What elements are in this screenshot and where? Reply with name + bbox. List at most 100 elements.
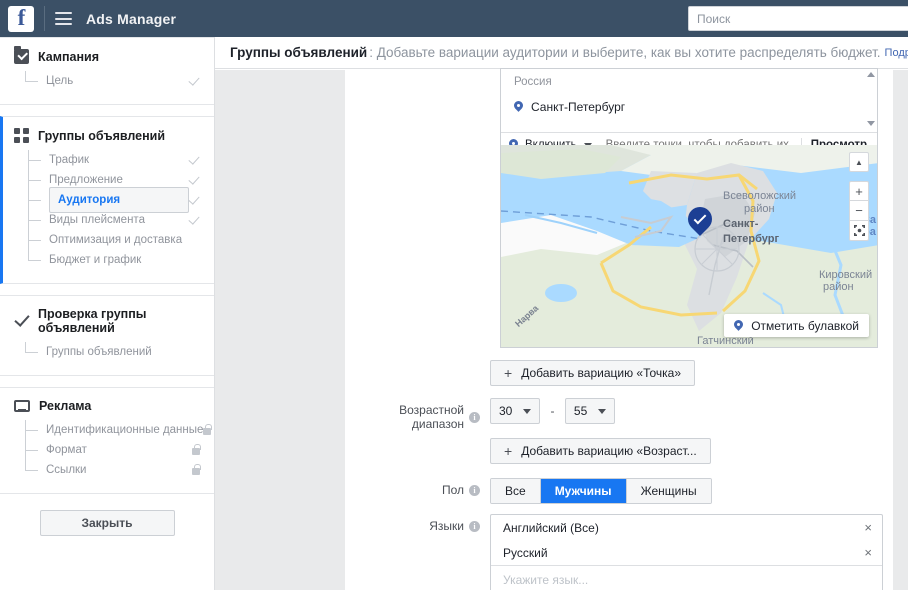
selected-location-marker-icon[interactable] [683, 202, 717, 239]
plus-icon: + [504, 443, 513, 459]
info-icon[interactable]: i [469, 520, 480, 532]
plus-icon: + [504, 365, 513, 381]
grid-icon [14, 128, 29, 143]
locations-scrollbar[interactable] [866, 71, 875, 130]
close-icon[interactable]: × [864, 546, 872, 559]
hamburger-menu-icon[interactable] [55, 12, 72, 25]
facebook-logo-icon[interactable]: f [8, 5, 34, 32]
tree-line [25, 430, 38, 431]
tree-line [28, 260, 41, 261]
mark-with-pin-button[interactable]: Отметить булавкой [724, 314, 869, 337]
sidebar-section-header[interactable]: Реклама [0, 388, 214, 420]
checkmark-icon [14, 314, 29, 329]
tree-line [28, 240, 41, 241]
age-min-select[interactable]: 30 [490, 398, 540, 424]
age-range-label: Возрастной диапазон [399, 403, 464, 431]
language-item: Русский × [491, 540, 882, 565]
scroll-up-arrow-icon[interactable] [866, 72, 875, 77]
info-icon[interactable]: i [469, 411, 480, 423]
language-name: Русский [503, 545, 548, 560]
fullscreen-icon[interactable] [849, 221, 869, 241]
zoom-in-button[interactable]: + [849, 181, 869, 201]
sidebar-item-1[interactable]: Цель [0, 71, 214, 91]
sidebar-subitems: Группы объявлений [0, 342, 214, 375]
sidebar-item-1[interactable]: Группы объявлений [0, 342, 214, 362]
sidebar-section-title: Реклама [39, 399, 92, 413]
language-input[interactable] [491, 566, 882, 590]
age-max-value: 55 [573, 404, 588, 418]
banner-description: : Добавьте вариации аудитории и выберите… [369, 45, 881, 60]
sidebar-item-label: Трафик [49, 154, 90, 166]
gender-option[interactable]: Все [491, 479, 541, 503]
add-age-variation-button[interactable]: + Добавить вариацию «Возраст... [490, 438, 711, 464]
sidebar-section-title: Проверка группы объявлений [38, 307, 147, 335]
sidebar-section-header[interactable]: Группы объявлений [3, 117, 214, 150]
add-age-variation-control: + Добавить вариацию «Возраст... [490, 438, 893, 464]
info-icon[interactable]: i [469, 484, 480, 496]
sidebar-gap [0, 105, 214, 116]
sidebar-item-6[interactable]: Бюджет и график [3, 250, 214, 270]
mark-with-pin-label: Отметить булавкой [751, 318, 859, 333]
location-map[interactable]: Всеволожский район Санкт- Петербург Кировски… [500, 145, 878, 348]
sidebar-section: Реклама Идентификационные данные Формат Ссы… [0, 387, 214, 494]
toolbar-divider [44, 6, 45, 31]
close-button[interactable]: Закрыть [39, 510, 175, 536]
completed-check-icon [189, 196, 200, 204]
scroll-down-arrow-icon[interactable] [866, 121, 875, 126]
location-item-city[interactable]: Санкт-Петербург [501, 88, 877, 114]
sidebar-item-1[interactable]: Идентификационные данные [0, 420, 214, 440]
tree-line [28, 200, 41, 201]
sidebar-item-3[interactable]: Аудитория [3, 187, 214, 213]
sidebar-item-label: Предложение [49, 174, 123, 186]
gender-label: Пол [441, 483, 464, 497]
close-icon[interactable]: × [864, 521, 872, 534]
sidebar-item-2[interactable]: Формат [0, 440, 214, 460]
gender-label-wrap: Пол i [345, 478, 490, 497]
sidebar-item-3[interactable]: Ссылки [0, 460, 214, 480]
languages-row: Языки i Английский (Все) × Русский × [345, 514, 893, 590]
gray-gutter-panel [215, 70, 345, 590]
map-pin-icon [734, 320, 743, 332]
language-name: Английский (Все) [503, 520, 599, 535]
gender-control: Все Мужчины Женщины [490, 478, 893, 504]
sidebar-section: Группы объявлений Трафик Предложение Аудито… [0, 116, 214, 284]
banner-title: Группы объявлений [230, 45, 368, 60]
age-max-select[interactable]: 55 [564, 398, 615, 424]
add-location-variation-button[interactable]: + Добавить вариацию «Точка» [490, 360, 696, 386]
completed-check-icon [189, 216, 200, 224]
add-location-variation-control: + Добавить вариацию «Точка» [490, 360, 893, 386]
banner-learn-more-link[interactable]: Подр [885, 47, 908, 59]
search-input[interactable] [688, 6, 908, 31]
gender-option[interactable]: Женщины [626, 479, 711, 503]
sidebar-section-header[interactable]: Проверка группы объявлений [0, 296, 214, 342]
tree-line [25, 470, 38, 471]
tree-line [25, 342, 26, 352]
sidebar-item-label: Цель [46, 75, 74, 87]
tree-line [28, 250, 29, 260]
map-controls: ▲ + − [849, 152, 869, 241]
tree-line [28, 160, 41, 161]
sidebar-subitems: Цель [0, 71, 214, 104]
completed-check-icon [189, 156, 200, 164]
add-location-variation-row: + Добавить вариацию «Точка» [345, 360, 893, 386]
age-range-label-wrap: Возрастной диапазон i [345, 398, 490, 431]
sidebar-item-label: Бюджет и график [49, 254, 142, 266]
zoom-out-button[interactable]: − [849, 201, 869, 221]
sidebar-subitems: Идентификационные данные Формат Ссылки [0, 420, 214, 493]
sidebar-section-header[interactable]: Кампания [0, 38, 214, 71]
sidebar-item-label: Группы объявлений [46, 346, 152, 358]
add-age-variation-label: Добавить вариацию «Возраст... [521, 444, 697, 458]
sidebar-item-4[interactable]: Виды плейсмента [3, 210, 214, 230]
sidebar-item-5[interactable]: Оптимизация и доставка [3, 230, 214, 250]
age-range-row: Возрастной диапазон i 30 - 55 [345, 398, 893, 431]
sidebar-item-label: Ссылки [46, 464, 87, 476]
gender-option[interactable]: Мужчины [540, 479, 627, 503]
close-button-container: Закрыть [0, 494, 214, 536]
languages-control: Английский (Все) × Русский × [490, 514, 893, 590]
pan-up-icon[interactable]: ▲ [849, 152, 869, 172]
location-country: Россия [514, 76, 552, 88]
sidebar-section: Кампания Цель [0, 37, 214, 105]
location-city-label: Санкт-Петербург [531, 100, 626, 114]
sidebar-item-1[interactable]: Трафик [3, 150, 214, 170]
languages-box: Английский (Все) × Русский × [490, 514, 883, 590]
